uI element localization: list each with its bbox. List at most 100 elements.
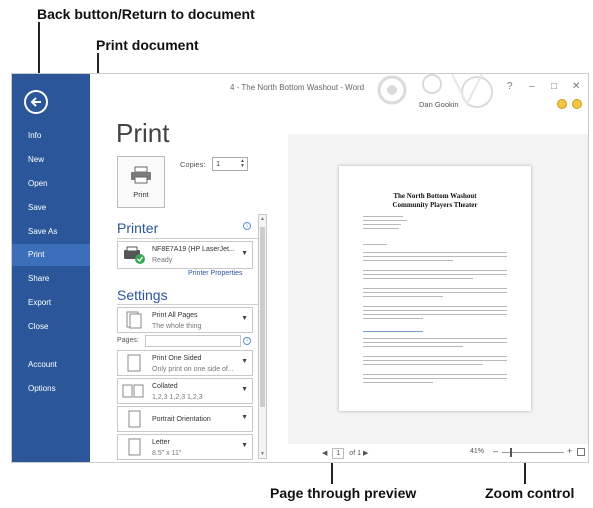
orientation-dropdown[interactable]: Portrait Orientation ▼ <box>117 406 253 432</box>
copies-label: Copies: <box>180 160 206 169</box>
print-range-dropdown[interactable]: Print All Pages The whole thing ▼ <box>117 307 253 333</box>
chevron-down-icon: ▼ <box>241 414 248 421</box>
info-icon[interactable]: i <box>243 337 251 345</box>
text-line <box>363 342 507 343</box>
zoom-out-icon[interactable]: – <box>493 446 498 456</box>
pages-input[interactable] <box>145 335 241 347</box>
callout-line-page <box>331 460 333 484</box>
text-line <box>363 364 483 365</box>
text-line <box>363 306 507 307</box>
callout-print-document: Print document <box>96 37 199 53</box>
zoom-in-icon[interactable]: + <box>567 446 572 456</box>
printer-icon <box>131 166 151 183</box>
text-line <box>363 356 507 357</box>
callout-zoom: Zoom control <box>485 485 575 501</box>
chevron-down-icon: ▼ <box>241 358 248 365</box>
text-line <box>363 346 463 347</box>
text-line <box>363 318 423 319</box>
text-line <box>363 228 399 229</box>
paper-size-dropdown[interactable]: Letter 8.5" x 11" ▼ <box>117 434 253 460</box>
nav-item-open[interactable]: Open <box>12 173 90 195</box>
frown-icon[interactable] <box>572 99 582 109</box>
nav-item-new[interactable]: New <box>12 149 90 171</box>
text-line <box>363 360 507 361</box>
sides-dropdown[interactable]: Print One Sided Only print on one side o… <box>117 350 253 376</box>
title-bar: 4 - The North Bottom Washout - Word ? – … <box>90 74 588 104</box>
nav-item-info[interactable]: Info <box>12 125 90 147</box>
text-line <box>363 216 403 217</box>
spinner-arrows-icon[interactable]: ▲ ▼ <box>240 159 245 169</box>
one-sided-icon <box>127 354 141 372</box>
sides-desc: Only print on one side of... <box>152 366 234 373</box>
text-line <box>363 220 407 221</box>
user-name[interactable]: Dan Gookin <box>419 100 459 109</box>
nav-item-account[interactable]: Account <box>12 354 90 376</box>
printer-properties-link[interactable]: Printer Properties <box>188 270 242 277</box>
copies-stepper[interactable]: 1 ▲ ▼ <box>212 157 248 171</box>
nav-item-close[interactable]: Close <box>12 316 90 338</box>
back-button[interactable] <box>24 90 48 114</box>
nav-item-save[interactable]: Save <box>12 197 90 219</box>
nav-item-export[interactable]: Export <box>12 292 90 314</box>
backstage-nav: Info New Open Save Save As Print Share E… <box>12 74 90 462</box>
paper-size-desc: 8.5" x 11" <box>152 450 182 457</box>
page-title: Print <box>116 118 170 148</box>
text-line <box>363 270 507 271</box>
page-count: of 1 <box>349 450 361 457</box>
orientation-label: Portrait Orientation <box>152 416 211 423</box>
print-range-label: Print All Pages <box>152 312 198 319</box>
print-range-desc: The whole thing <box>152 323 202 330</box>
settings-scrollbar[interactable]: ▲ ▼ <box>258 214 267 459</box>
info-icon[interactable]: i <box>243 222 251 230</box>
nav-item-print[interactable]: Print <box>12 244 90 266</box>
paper-icon <box>128 438 141 456</box>
printer-ready-icon <box>124 246 145 264</box>
document-title: The North Bottom Washout <box>393 192 477 200</box>
nav-item-options[interactable]: Options <box>12 378 90 400</box>
collation-desc: 1,2,3 1,2,3 1,2,3 <box>152 394 203 401</box>
portrait-icon <box>128 410 141 428</box>
pages-label: Pages: <box>117 337 139 344</box>
zoom-slider-thumb[interactable] <box>510 448 512 457</box>
scroll-up-icon[interactable]: ▲ <box>260 216 265 222</box>
next-page-icon[interactable]: ▶ <box>363 450 368 457</box>
chevron-down-icon: ▼ <box>241 386 248 393</box>
pages-icon <box>126 311 142 329</box>
restore-button[interactable]: □ <box>551 81 557 92</box>
text-line <box>363 338 507 339</box>
text-line <box>363 314 507 315</box>
text-line <box>363 296 443 297</box>
text-line <box>363 288 507 289</box>
window-title: 4 - The North Bottom Washout - Word <box>230 83 365 92</box>
help-button[interactable]: ? <box>507 81 513 92</box>
text-line <box>363 378 507 379</box>
print-button[interactable]: Print <box>117 156 165 208</box>
word-window: Info New Open Save Save As Print Share E… <box>11 73 589 463</box>
preview-page[interactable]: The North Bottom Washout Community Playe… <box>339 166 531 411</box>
printer-dropdown[interactable]: NF8E7A19 (HP LaserJet... Ready ▼ <box>117 241 253 269</box>
collation-dropdown[interactable]: Collated 1,2,3 1,2,3 1,2,3 ▼ <box>117 378 253 404</box>
smile-icon[interactable] <box>557 99 567 109</box>
callout-page-through: Page through preview <box>270 485 417 501</box>
scroll-down-icon[interactable]: ▼ <box>260 451 265 457</box>
text-line <box>363 331 423 332</box>
previous-page-icon[interactable]: ◀ <box>322 450 327 457</box>
text-line <box>363 374 507 375</box>
page-navigator: ◀ 1 of 1 ▶ <box>322 448 368 459</box>
text-line <box>363 252 507 253</box>
nav-item-save-as[interactable]: Save As <box>12 221 90 243</box>
paper-size-label: Letter <box>152 439 170 446</box>
text-line <box>363 260 453 261</box>
zoom-level[interactable]: 41% <box>470 448 484 455</box>
minimize-button[interactable]: – <box>529 81 535 92</box>
chevron-down-icon: ▼ <box>241 315 248 322</box>
close-button[interactable]: ✕ <box>572 81 580 92</box>
callout-back-button: Back button/Return to document <box>37 6 255 22</box>
scrollbar-thumb[interactable] <box>260 227 265 407</box>
zoom-to-page-icon[interactable] <box>577 448 585 456</box>
printer-divider <box>117 238 259 239</box>
back-arrow-icon <box>30 97 41 107</box>
nav-item-share[interactable]: Share <box>12 268 90 290</box>
collated-icon <box>122 384 144 398</box>
current-page-input[interactable]: 1 <box>332 448 345 459</box>
